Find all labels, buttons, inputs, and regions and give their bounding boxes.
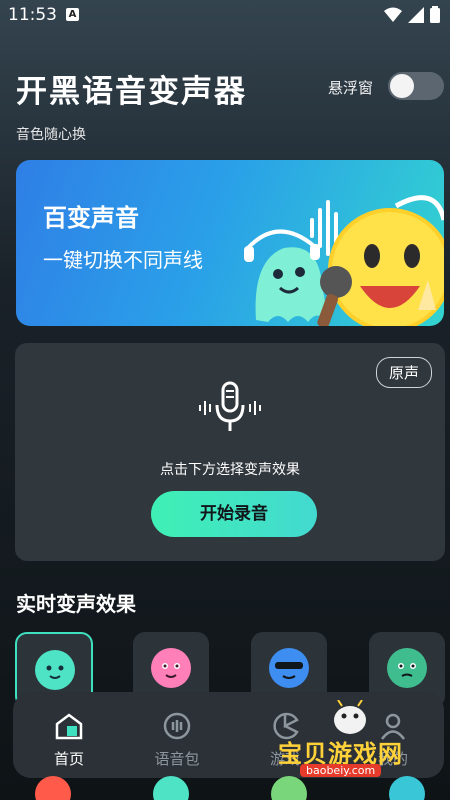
wifi-icon: [384, 7, 402, 22]
page-subtitle: 音色随心换: [16, 127, 86, 143]
battery-icon: [430, 6, 440, 23]
watermark-url: baobeiy.com: [300, 764, 382, 777]
effects-section-title: 实时变声效果: [16, 592, 136, 616]
page-title: 开黑语音变声器: [16, 74, 247, 110]
status-time: 11:53: [8, 5, 57, 25]
smiley-character-icon: [328, 195, 444, 326]
app-notification-icon: A: [66, 8, 79, 21]
voice-pack-icon: [163, 712, 191, 740]
ghost-face-icon: [35, 650, 75, 690]
watermark: 宝贝游戏网 baobeiy.com: [270, 700, 440, 780]
green-face-icon: [387, 648, 427, 688]
floating-window-toggle[interactable]: [388, 72, 444, 100]
start-recording-button[interactable]: 开始录音: [151, 491, 317, 537]
status-indicators: [384, 6, 440, 23]
promo-banner[interactable]: 百变声音 一键切换不同声线: [16, 160, 444, 326]
home-icon: [55, 713, 83, 740]
cool-face-icon: [269, 648, 309, 688]
teal-face-icon: [153, 776, 189, 800]
banner-illustration: [244, 195, 444, 326]
record-card: 原声 点击下方选择变声效果 开始录音: [15, 343, 445, 561]
record-hint: 点击下方选择变声效果: [160, 462, 300, 478]
gamepad-mascot-icon: [334, 700, 366, 734]
original-voice-button[interactable]: 原声: [375, 357, 432, 388]
red-face-icon: [35, 776, 71, 800]
microphone-icon: [199, 381, 261, 431]
floating-window-label: 悬浮窗: [328, 79, 374, 97]
pink-face-icon: [151, 648, 191, 688]
status-bar: 11:53 A: [0, 0, 450, 32]
signal-icon: [408, 6, 424, 23]
toggle-knob: [390, 74, 414, 98]
ghost-character-icon: [244, 229, 328, 322]
